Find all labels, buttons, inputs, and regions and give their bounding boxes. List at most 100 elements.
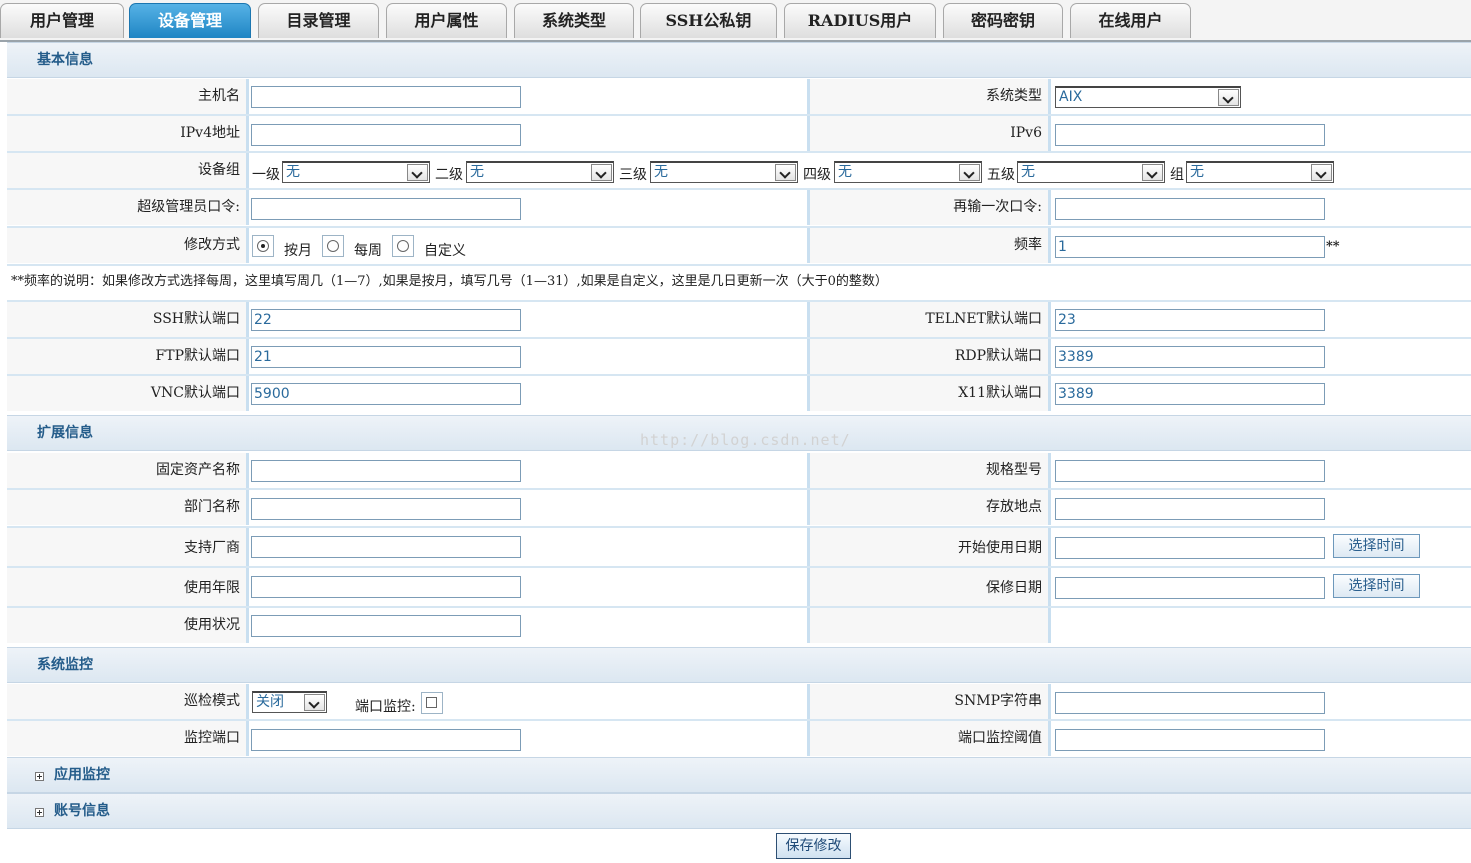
ipv6-label: IPv6: [810, 116, 1051, 151]
rdp-port-input[interactable]: [1055, 346, 1325, 368]
group-level4-select[interactable]: 无: [834, 161, 982, 183]
vnc-port-input[interactable]: [251, 383, 521, 405]
years-input[interactable]: [251, 576, 521, 598]
start-date-label: 开始使用日期: [810, 528, 1051, 568]
save-button[interactable]: 保存修改: [776, 833, 851, 859]
x11-port-label: X11默认端口: [810, 376, 1051, 411]
x11-port-input[interactable]: [1055, 383, 1325, 405]
usage-status-input[interactable]: [251, 615, 521, 637]
tab-online-users[interactable]: 在线用户: [1070, 3, 1191, 38]
super-password-input[interactable]: [251, 198, 521, 220]
port-monitor-label: 端口监控:: [355, 699, 416, 715]
warranty-label: 保修日期: [810, 568, 1051, 608]
asset-name-input[interactable]: [251, 460, 521, 482]
group-level5-select[interactable]: 无: [1017, 161, 1165, 183]
mode-monthly-label: 按月: [284, 243, 312, 259]
group-level3-select[interactable]: 无: [650, 161, 798, 183]
systype-select[interactable]: AIX: [1055, 86, 1241, 108]
modify-mode-label: 修改方式: [7, 228, 249, 263]
ssh-port-label: SSH默认端口: [7, 302, 249, 337]
tab-system-types[interactable]: 系统类型: [514, 3, 634, 38]
group-level2-select[interactable]: 无: [466, 161, 614, 183]
tab-bar: 用户管理 设备管理 目录管理 用户属性 系统类型 SSH公私钥 RADIUS用户…: [0, 0, 1471, 42]
watermark-text: http://blog.csdn.net/: [640, 431, 851, 449]
tab-password-keys[interactable]: 密码密钥: [943, 3, 1063, 38]
port-monitor-checkbox[interactable]: [421, 692, 443, 714]
group-level3-label: 三级: [619, 167, 647, 183]
ssh-port-input[interactable]: [251, 309, 521, 331]
frequency-note: **频率的说明：如果修改方式选择每周，这里填写周几（1—7）,如果是按月，填写几…: [11, 274, 888, 289]
section-title: 扩展信息: [37, 425, 93, 441]
group-label: 组: [1170, 167, 1184, 183]
chevron-down-icon: [1311, 164, 1332, 181]
monitor-port-label: 监控端口: [7, 721, 249, 756]
chevron-down-icon: [775, 164, 796, 181]
chevron-down-icon: [1218, 89, 1239, 106]
section-basic-info[interactable]: 基本信息: [7, 42, 1471, 78]
frequency-required-mark: **: [1326, 239, 1340, 254]
tab-ssh-keys[interactable]: SSH公私钥: [640, 3, 777, 38]
expand-plus-icon[interactable]: [35, 772, 44, 781]
section-system-monitoring[interactable]: 系统监控: [7, 647, 1471, 683]
group-level5-label: 五级: [987, 167, 1015, 183]
group-level4-label: 四级: [803, 167, 831, 183]
tab-radius-users[interactable]: RADIUS用户: [784, 3, 936, 38]
mode-monthly-radio[interactable]: [252, 235, 274, 257]
section-title: 系统监控: [37, 657, 93, 673]
ipv4-label: IPv4地址: [7, 116, 249, 151]
group-level2-label: 二级: [435, 167, 463, 183]
group-select[interactable]: 无: [1186, 161, 1334, 183]
section-app-monitoring[interactable]: 应用监控: [7, 757, 1471, 793]
systype-label: 系统类型: [810, 79, 1051, 114]
frequency-label: 频率: [810, 228, 1051, 263]
start-date-pick-button[interactable]: 选择时间: [1333, 534, 1420, 558]
row-status: 使用状况: [7, 608, 1471, 643]
chevron-down-icon: [407, 164, 428, 181]
monitor-port-input[interactable]: [251, 729, 521, 751]
ipv4-input[interactable]: [251, 124, 521, 146]
mode-custom-radio[interactable]: [392, 235, 414, 257]
location-input[interactable]: [1055, 498, 1325, 520]
section-account-info[interactable]: 账号信息: [7, 793, 1471, 829]
port-threshold-label: 端口监控阈值: [810, 721, 1051, 756]
chevron-down-icon: [591, 164, 612, 181]
expand-plus-icon[interactable]: [35, 808, 44, 817]
telnet-port-label: TELNET默认端口: [810, 302, 1051, 337]
usage-status-label: 使用状况: [7, 608, 249, 643]
vendor-label: 支持厂商: [7, 528, 249, 568]
start-date-input[interactable]: [1055, 537, 1325, 559]
hostname-input[interactable]: [251, 86, 521, 108]
warranty-date-input[interactable]: [1055, 577, 1325, 599]
tab-user-attributes[interactable]: 用户属性: [386, 3, 507, 38]
spec-model-input[interactable]: [1055, 460, 1325, 482]
section-title: 基本信息: [37, 52, 93, 68]
warranty-date-pick-button[interactable]: 选择时间: [1333, 574, 1420, 598]
super-password-label: 超级管理员口令:: [7, 190, 249, 225]
department-label: 部门名称: [7, 490, 249, 525]
patrol-mode-label: 巡检模式: [7, 684, 249, 719]
tab-directory-management[interactable]: 目录管理: [258, 3, 379, 38]
confirm-password-label: 再输一次口令:: [810, 190, 1051, 225]
group-level1-select[interactable]: 无: [282, 161, 430, 183]
snmp-string-input[interactable]: [1055, 692, 1325, 714]
section-title: 应用监控: [54, 767, 110, 783]
frequency-input[interactable]: [1055, 236, 1325, 258]
vendor-input[interactable]: [251, 536, 521, 558]
patrol-mode-select[interactable]: 关闭: [252, 691, 327, 713]
location-label: 存放地点: [810, 490, 1051, 525]
mode-weekly-radio[interactable]: [322, 235, 344, 257]
ftp-port-input[interactable]: [251, 346, 521, 368]
department-input[interactable]: [251, 498, 521, 520]
tab-user-management[interactable]: 用户管理: [0, 3, 124, 38]
confirm-password-input[interactable]: [1055, 198, 1325, 220]
snmp-string-label: SNMP字符串: [810, 684, 1051, 719]
ipv6-input[interactable]: [1055, 124, 1325, 146]
telnet-port-input[interactable]: [1055, 309, 1325, 331]
rdp-port-label: RDP默认端口: [810, 339, 1051, 374]
port-threshold-input[interactable]: [1055, 729, 1325, 751]
spec-model-label: 规格型号: [810, 453, 1051, 488]
mode-custom-label: 自定义: [424, 243, 466, 259]
tab-device-management[interactable]: 设备管理: [129, 3, 251, 38]
ftp-port-label: FTP默认端口: [7, 339, 249, 374]
chevron-down-icon: [959, 164, 980, 181]
